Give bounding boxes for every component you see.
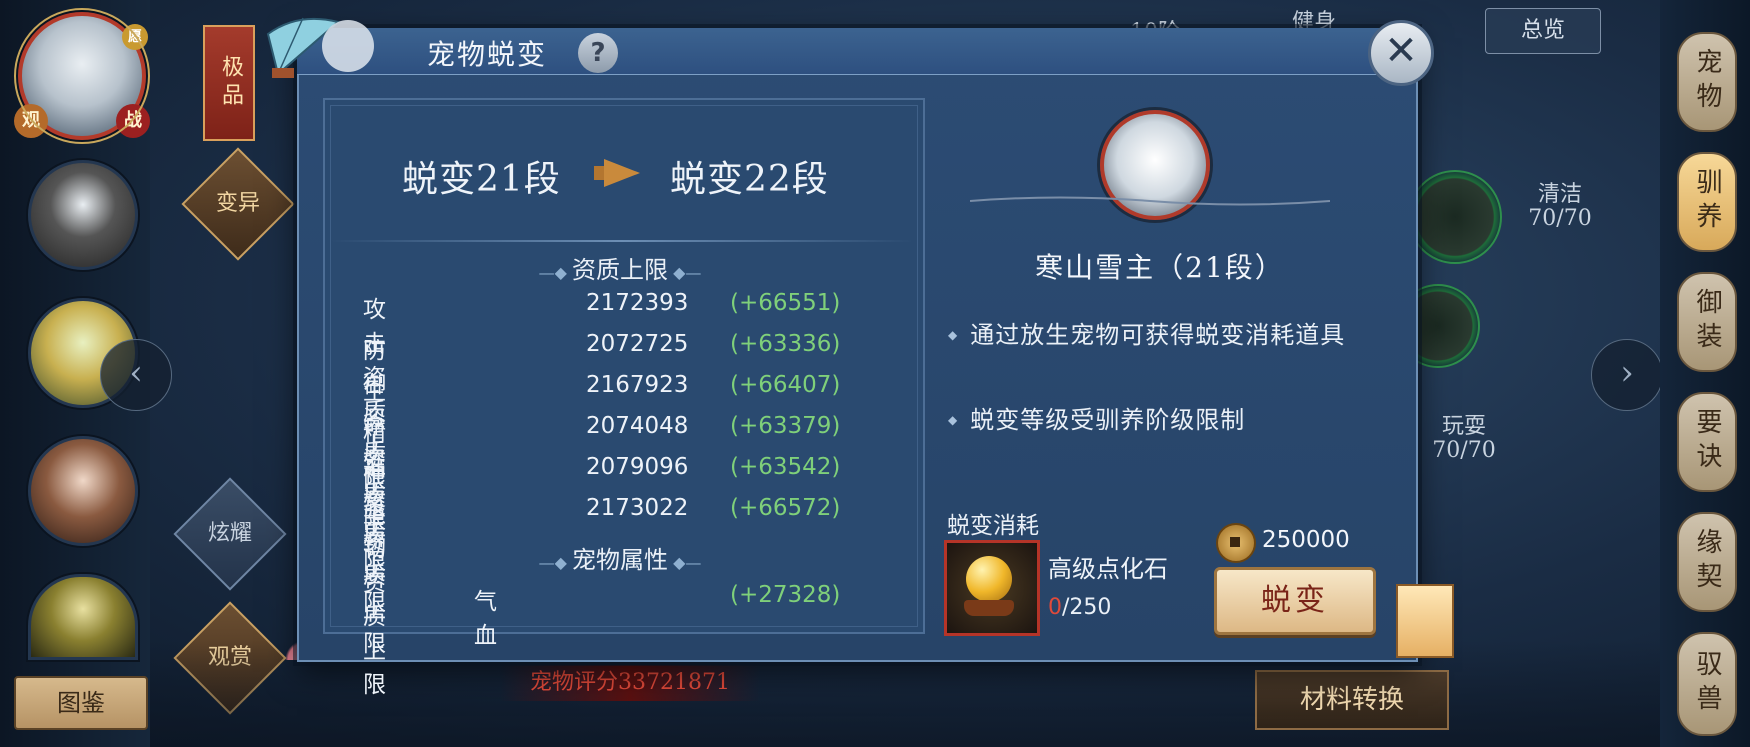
aptitude-section-label: 资质上限 — [572, 256, 668, 284]
pet-score: 宠物评分33721871 — [500, 665, 760, 701]
tab-beast[interactable]: 驭兽 — [1677, 632, 1737, 736]
tab-taming[interactable]: 驯养 — [1677, 152, 1737, 252]
help-button[interactable]: ? — [578, 33, 618, 73]
tip-level-limit: 蜕变等级受驯养阶级限制 — [948, 400, 1245, 435]
mutation-badge: 变异 — [181, 147, 295, 261]
clean-stat-circle[interactable] — [1408, 170, 1502, 264]
tab-bond[interactable]: 缘契 — [1677, 512, 1737, 612]
tab-pet[interactable]: 宠物 — [1677, 32, 1737, 132]
aptitude-delta: (+66551) — [730, 290, 841, 316]
lantern-decoration — [1396, 584, 1454, 658]
aptitude-delta: (+63336) — [730, 331, 841, 357]
play-stat-label: 玩耍 — [1441, 414, 1486, 439]
illustrated-guide-button[interactable]: 图鉴 — [14, 676, 148, 730]
tab-skills[interactable]: 要诀 — [1677, 392, 1737, 492]
next-pet-arrow[interactable]: › — [1591, 339, 1663, 411]
tab-equipment[interactable]: 御装 — [1677, 272, 1737, 372]
item-count-have: 0 — [1048, 595, 1062, 620]
fan-icon — [266, 17, 374, 78]
arrow-right-icon — [604, 159, 640, 187]
item-count-need: /250 — [1062, 595, 1112, 620]
pet-name: 寒山雪主（21段） — [1035, 251, 1285, 284]
show-off-button[interactable]: 炫耀 — [173, 477, 287, 591]
aptitude-value: 2172393 — [586, 290, 689, 316]
evolution-to: 蜕变22段 — [670, 159, 829, 200]
pet-avatar-4[interactable] — [28, 436, 138, 546]
aptitude-name: 坚韧资质上限 — [363, 502, 387, 698]
clean-stat-value: 70/70 — [1528, 206, 1592, 231]
battle-tag: 战 — [116, 104, 150, 138]
attribute-delta: (+27328) — [730, 582, 841, 608]
cost-label: 蜕变消耗 — [947, 513, 1039, 539]
orb-stand — [964, 600, 1014, 616]
play-stat-value: 70/70 — [1432, 438, 1496, 463]
aptitude-value: 2074048 — [586, 413, 689, 439]
aptitude-section-header: —◆ 资质上限 ◆— — [538, 256, 702, 284]
rank-badge: 极品 — [203, 25, 255, 141]
aptitude-delta: (+63542) — [730, 454, 841, 480]
aptitude-delta: (+63379) — [730, 413, 841, 439]
watch-tag: 观 — [14, 104, 48, 138]
material-convert-button[interactable]: 材料转换 — [1255, 670, 1449, 730]
aptitude-delta: (+66407) — [730, 372, 841, 398]
pet-avatar-selected[interactable]: 观 战 愿 — [14, 8, 150, 144]
evolve-button[interactable]: 蜕变 — [1214, 567, 1376, 635]
prev-pet-arrow[interactable]: ‹ — [100, 339, 172, 411]
aptitude-value: 2079096 — [586, 454, 689, 480]
coin-amount: 250000 — [1262, 527, 1350, 553]
aptitude-value: 2173022 — [586, 495, 689, 521]
ornament-divider — [970, 196, 1330, 206]
attribute-name: 气血 — [474, 589, 498, 649]
coin-icon — [1216, 523, 1256, 563]
aptitude-value: 2072725 — [586, 331, 689, 357]
mutation-label: 变异 — [215, 191, 260, 216]
evolution-from: 蜕变21段 — [402, 159, 561, 200]
show-off-label: 炫耀 — [207, 521, 252, 546]
item-count: 0/250 — [1048, 595, 1111, 620]
attribute-section-header: —◆ 宠物属性 ◆— — [538, 546, 702, 574]
close-button[interactable]: ✕ — [1368, 20, 1434, 86]
pet-avatar-2[interactable] — [28, 160, 138, 270]
aptitude-delta: (+66572) — [730, 495, 841, 521]
aptitude-value: 2167923 — [586, 372, 689, 398]
crystal-orb-icon — [966, 556, 1012, 602]
divider — [330, 240, 914, 242]
dialog-title: 宠物蜕变 — [427, 38, 548, 71]
item-name: 高级点化石 — [1048, 555, 1168, 583]
attribute-section-label: 宠物属性 — [572, 546, 668, 574]
clean-stat-label: 清洁 — [1537, 182, 1582, 207]
wish-tag: 愿 — [122, 24, 148, 50]
overview-button[interactable]: 总览 — [1485, 8, 1601, 54]
tip-release-pet: 通过放生宠物可获得蜕变消耗道具 — [948, 315, 1345, 350]
